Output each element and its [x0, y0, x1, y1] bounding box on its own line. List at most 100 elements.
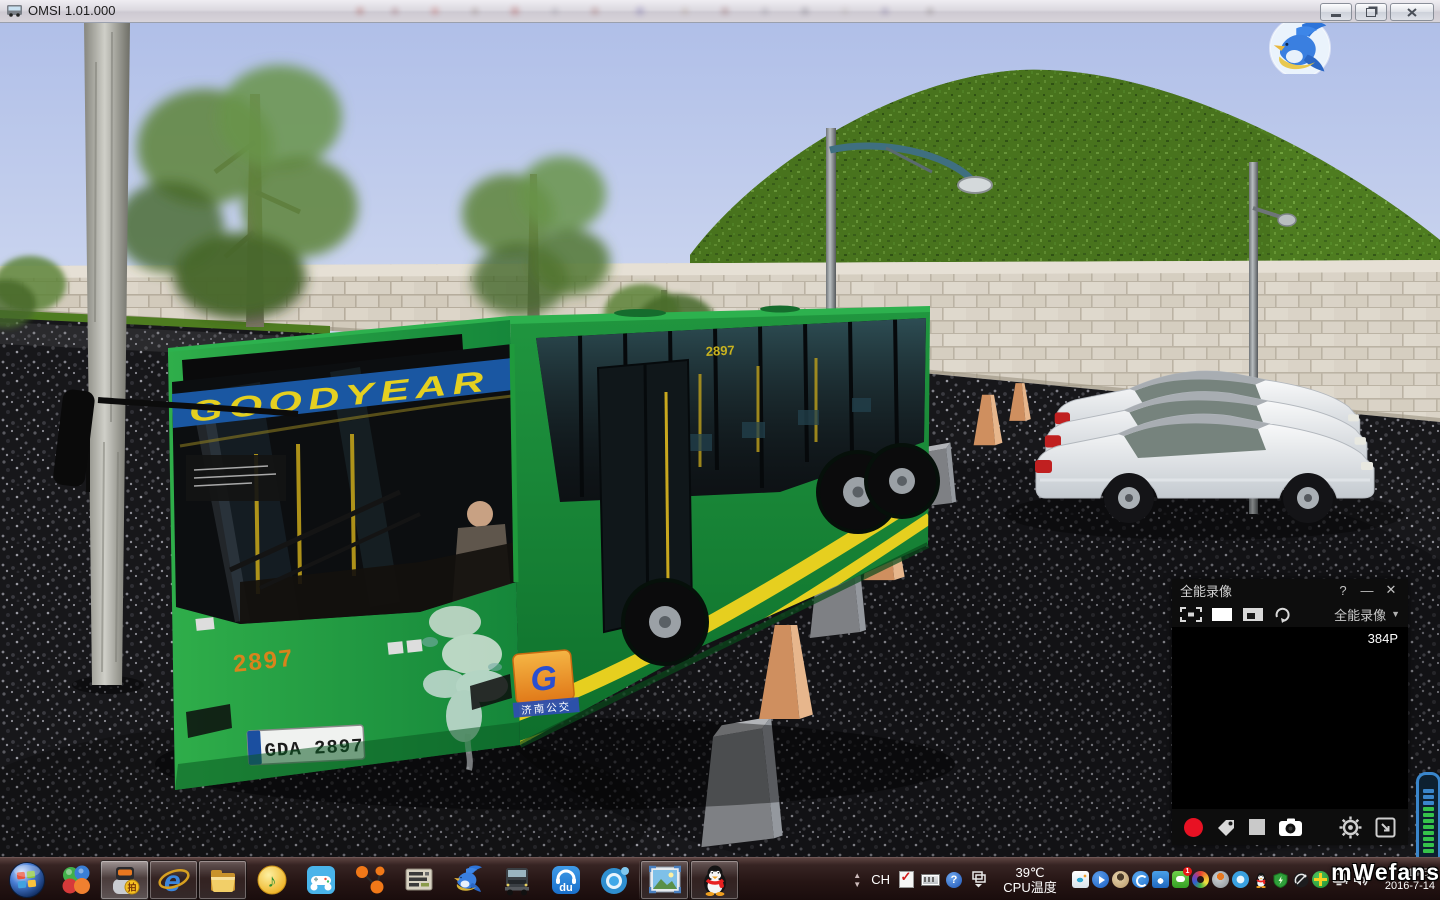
ime-help-icon[interactable]: ?	[944, 869, 964, 891]
recorder-mode-label: 全能录像	[1334, 605, 1386, 624]
tray-icon-qq-manager[interactable]	[1152, 871, 1169, 888]
scroll-down-icon[interactable]: ▼	[853, 880, 861, 889]
operator-logo: G 济南公交	[508, 649, 579, 718]
photo-viewer-icon	[649, 865, 681, 895]
stop-button[interactable]	[1249, 819, 1265, 835]
soft-keyboard-icon[interactable]	[920, 869, 940, 891]
red-check-icon: ✓	[901, 869, 912, 885]
titlebar-glass-blobs	[340, 2, 1000, 20]
camera-icon[interactable]	[1278, 818, 1303, 837]
internet-explorer-icon: e	[157, 864, 191, 896]
tray-icon-browser[interactable]	[1132, 871, 1149, 888]
shrink-window-icon[interactable]	[1375, 817, 1396, 838]
taskbar-item-xunlei[interactable]	[443, 860, 492, 900]
recorder-close-button[interactable]: ✕	[1382, 582, 1400, 598]
cpu-temp-value: 39℃	[992, 865, 1068, 880]
taskbar-item-qq[interactable]	[690, 860, 739, 900]
recorder-toolbar: 全能录像 ▼	[1172, 601, 1408, 627]
window-controls	[1320, 3, 1434, 21]
minimize-icon	[1331, 14, 1341, 17]
tray-icon-security-shield[interactable]	[1272, 871, 1289, 888]
window-titlebar[interactable]: OMSI 1.01.000	[0, 0, 1440, 23]
xunlei-desktop-logo[interactable]	[1262, 14, 1338, 74]
taskbar-item-paidashi-recorder[interactable]: 拍	[100, 860, 149, 900]
recorder-controls	[1172, 809, 1408, 845]
taskbar-item-pps[interactable]	[590, 860, 639, 900]
taskbar-item-internet-explorer[interactable]: e	[149, 860, 198, 900]
meter-segment	[1423, 819, 1434, 823]
scroll-up-icon[interactable]: ▲	[853, 871, 861, 880]
refresh-icon[interactable]	[1273, 606, 1292, 623]
pinwheel-icon	[60, 864, 92, 896]
music-note-glyph: ♪	[267, 871, 276, 891]
tray-icon-player[interactable]	[1092, 871, 1109, 888]
taskbar-item-truck-game[interactable]	[492, 860, 541, 900]
window-capture-icon[interactable]	[1211, 607, 1233, 622]
tray-icon-satellite[interactable]	[1292, 871, 1309, 888]
macro-panel-icon	[403, 864, 435, 896]
meter-segment	[1423, 831, 1434, 835]
recorder-resolution: 384P	[1368, 631, 1398, 646]
recorder-mode-dropdown[interactable]: 全能录像 ▼	[1334, 605, 1400, 624]
taskbar-item-music-player[interactable]: ♪	[247, 860, 296, 900]
paidashi-badge: 拍	[127, 881, 136, 892]
record-button[interactable]	[1184, 818, 1203, 837]
taskbar-item-macro-tool[interactable]	[394, 860, 443, 900]
recorder-title: 全能录像	[1180, 581, 1232, 600]
tray-icon-accelerator[interactable]	[1312, 871, 1329, 888]
gear-icon[interactable]	[1339, 816, 1362, 839]
meter-segment	[1423, 843, 1434, 847]
restore-button[interactable]	[1355, 3, 1387, 21]
taskbar-item-game-center[interactable]	[296, 860, 345, 900]
taskbar-item-file-explorer[interactable]	[198, 860, 247, 900]
meter-segment	[1423, 801, 1434, 805]
minimize-button[interactable]	[1320, 3, 1352, 21]
taskbar-pinned-apps: 拍 e	[0, 858, 739, 900]
meter-segment	[1423, 825, 1434, 829]
tray-icon-assistant[interactable]	[1112, 871, 1129, 888]
meter-segment	[1423, 795, 1434, 799]
restore-icon	[1366, 8, 1376, 17]
tag-icon[interactable]	[1216, 818, 1236, 837]
tray-icon-qq[interactable]	[1252, 871, 1269, 888]
qq-penguin-icon	[699, 864, 731, 896]
tray-icon-color-ring[interactable]	[1192, 871, 1209, 888]
recorder-help-button[interactable]: ?	[1334, 583, 1352, 598]
cpu-temperature-widget[interactable]: 39℃ CPU温度	[992, 865, 1068, 895]
recorder-level-meter[interactable]	[1416, 772, 1440, 870]
omsi-window-icon	[7, 4, 22, 22]
tray-icon-fish[interactable]	[1072, 871, 1089, 888]
meter-segment	[1423, 789, 1434, 793]
journal-tray-icon[interactable]: ✓	[896, 869, 916, 891]
taskbar-item-pinwheel-suite[interactable]	[51, 860, 100, 900]
gamepad-icon	[305, 864, 337, 896]
baidu-du-label: du	[559, 882, 572, 894]
close-button[interactable]	[1390, 3, 1434, 21]
recorder-minimize-button[interactable]: —	[1358, 583, 1376, 598]
language-indicator[interactable]: CH	[869, 872, 892, 887]
taskbar-overflow-scroller[interactable]: ▲ ▼	[849, 871, 865, 889]
close-icon	[1407, 8, 1417, 17]
region-capture-icon[interactable]	[1242, 607, 1264, 622]
expand-tray-icon	[971, 871, 986, 888]
meter-segment	[1423, 837, 1434, 841]
show-hidden-icons-button[interactable]	[968, 869, 988, 891]
molecule-icon	[354, 864, 386, 896]
taskbar-item-molecule-app[interactable]	[345, 860, 394, 900]
tray-icon-messenger[interactable]: 1	[1172, 871, 1189, 888]
tray-icon-recorder[interactable]	[1212, 871, 1229, 888]
truck-icon	[501, 864, 533, 896]
start-button[interactable]	[2, 860, 51, 900]
meter-segment	[1423, 849, 1434, 853]
bus: 2897	[52, 306, 955, 811]
screen-watermark: mWefans	[1331, 859, 1440, 886]
meter-segment	[1423, 813, 1434, 817]
pps-ring-icon	[599, 864, 631, 896]
recorder-titlebar[interactable]: 全能录像 ? — ✕	[1172, 579, 1408, 601]
taskbar-item-baidu-music[interactable]: du	[541, 860, 590, 900]
taskbar-item-photo-viewer[interactable]	[640, 860, 689, 900]
folder-icon	[207, 864, 239, 896]
fullscreen-capture-icon[interactable]	[1180, 607, 1202, 622]
operator-logo-letter: G	[529, 659, 559, 699]
tray-icon-pps[interactable]	[1232, 871, 1249, 888]
